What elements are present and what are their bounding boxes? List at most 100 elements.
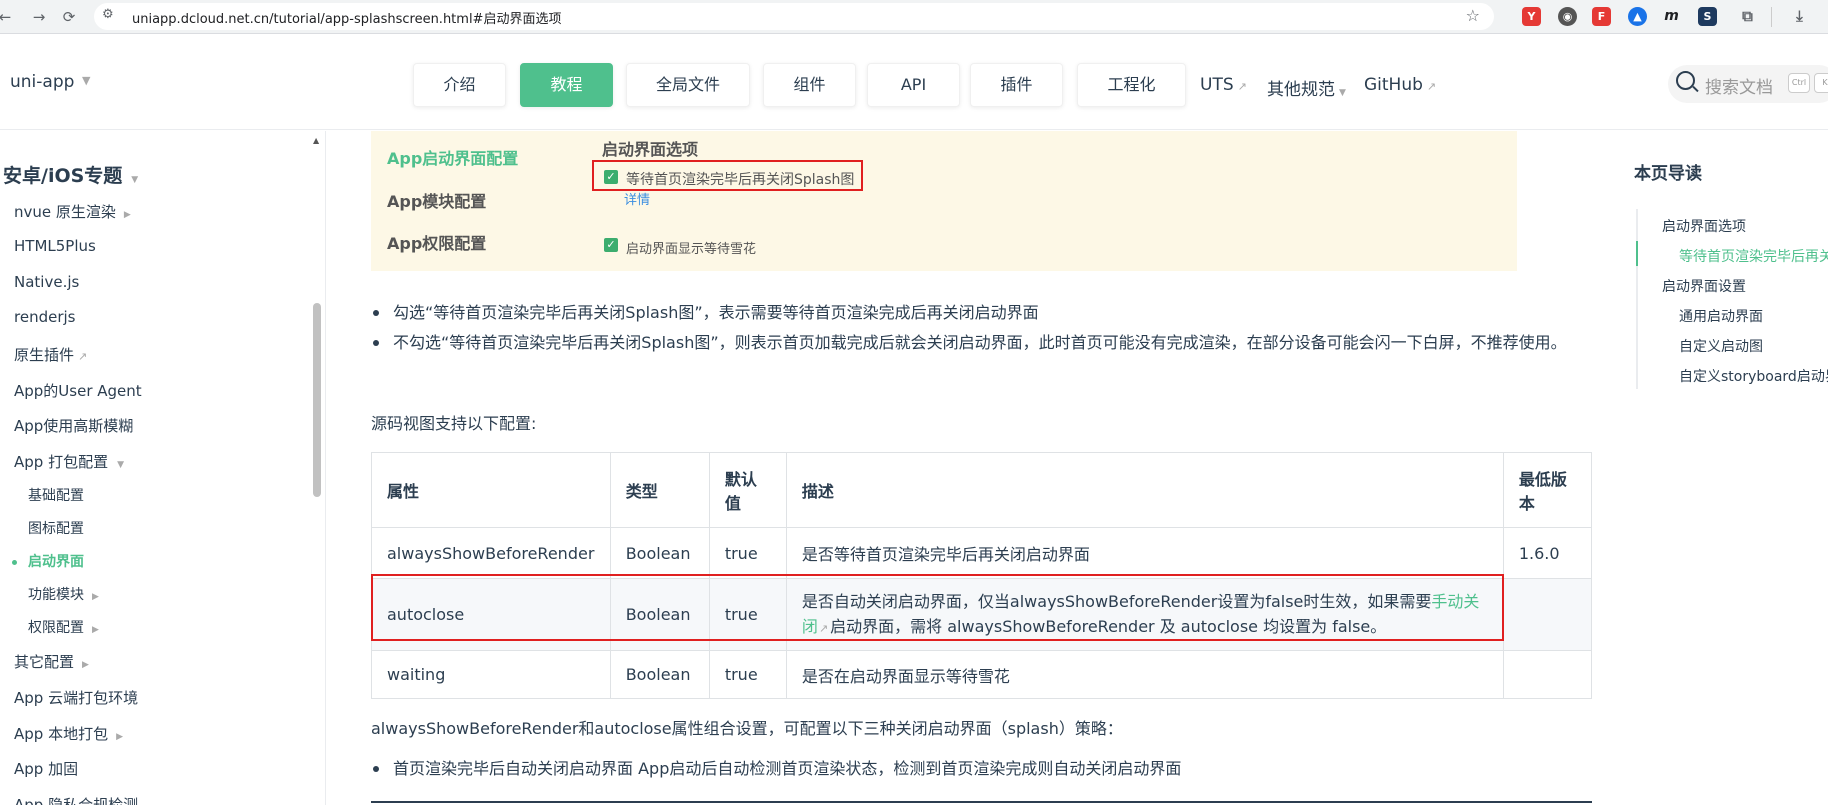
forward-icon[interactable]: →	[28, 6, 50, 28]
chevron-right-icon: ▶	[82, 660, 89, 670]
sidebar-section-title[interactable]: 安卓/iOS专题 ▼	[3, 161, 138, 188]
sidebar-item-privacy-check[interactable]: App 隐私合规检测	[14, 794, 138, 805]
tab-tutorial[interactable]: 教程	[520, 63, 613, 107]
extension-s-icon[interactable]: S	[1698, 7, 1717, 26]
col-header-version: 最低版本	[1502, 452, 1593, 528]
scroll-up-arrow-icon[interactable]: ▲	[313, 136, 319, 145]
toc-item[interactable]: 等待首页渲染完毕后再关闭Splash图	[1679, 246, 1828, 266]
cell-prop: waiting	[371, 650, 611, 699]
sidebar-item-nvue[interactable]: nvue 原生渲染 ▶	[14, 201, 131, 222]
screenshot-option-waiting: 启动界面显示等待雪花	[626, 242, 757, 257]
cell-default: true	[708, 650, 787, 699]
sidebar-item-user-agent[interactable]: App的User Agent	[14, 380, 142, 401]
nav-link-other-specs[interactable]: 其他规范 ▼	[1267, 75, 1346, 100]
url-text[interactable]: uniapp.dcloud.net.cn/tutorial/app-splash…	[132, 8, 561, 27]
chevron-right-icon: ▶	[116, 732, 123, 742]
reload-icon[interactable]: ⟳	[58, 6, 80, 28]
sidebar-item-label: 功能模块	[28, 587, 84, 603]
chevron-down-icon: ▼	[117, 460, 124, 470]
list-item: 首页渲染完毕后自动关闭启动界面 App启动后自动检测首页渲染状态，检测到首页渲染…	[371, 754, 1591, 784]
browser-toolbar: ← → ⟳ ⚙ uniapp.dcloud.net.cn/tutorial/ap…	[0, 0, 1828, 34]
search-placeholder: 搜索文档	[1705, 78, 1773, 98]
sidebar-item-other-config[interactable]: 其它配置 ▶	[14, 651, 89, 672]
nav-link-uts[interactable]: UTS ↗	[1200, 75, 1247, 95]
sidebar-item-label: 权限配置	[28, 620, 84, 636]
sidebar-scrollbar[interactable]	[313, 303, 321, 497]
nav-link-github[interactable]: GitHub ↗	[1364, 75, 1436, 95]
chevron-down-icon[interactable]: ▼	[82, 74, 90, 87]
sidebar-item-splash[interactable]: 启动界面	[28, 551, 84, 571]
table-intro: 源码视图支持以下配置:	[371, 414, 537, 433]
sidebar-item-native-plugins[interactable]: 原生插件 ↗	[14, 344, 87, 365]
sidebar-item-permissions[interactable]: 权限配置 ▶	[28, 617, 99, 637]
cell-desc: 是否等待首页渲染完毕后再关闭启动界面	[785, 527, 1504, 579]
extension-m-icon[interactable]: m	[1662, 7, 1681, 26]
extension-triangle-icon[interactable]: ▲	[1628, 7, 1647, 26]
external-link-icon: ↗	[1426, 80, 1437, 93]
extension-y-icon[interactable]: Y	[1522, 7, 1541, 26]
bookmark-star-icon[interactable]: ☆	[1466, 6, 1480, 25]
sidebar-item-blur[interactable]: App使用高斯模糊	[14, 415, 133, 436]
sidebar-item-nativejs[interactable]: Native.js	[14, 273, 79, 291]
nav-link-github-label: GitHub	[1364, 75, 1423, 95]
toc-rail	[1636, 209, 1638, 389]
config-screenshot: App启动界面配置 App模块配置 App权限配置 启动界面选项 ✓ 等待首页渲…	[371, 131, 1517, 271]
toc-item[interactable]: 自定义storyboard启动界面	[1679, 366, 1828, 386]
chevron-right-icon: ▶	[92, 592, 99, 602]
toc-item[interactable]: 启动界面选项	[1662, 216, 1746, 236]
highlight-box	[592, 160, 863, 191]
sidebar-item-renderjs[interactable]: renderjs	[14, 308, 75, 326]
address-bar[interactable]: ⚙ uniapp.dcloud.net.cn/tutorial/app-spla…	[94, 3, 1494, 30]
tab-intro[interactable]: 介绍	[413, 63, 506, 107]
sidebar-section-title-label: 安卓/iOS专题	[3, 165, 123, 187]
page-toc: 本页导读 启动界面选项 等待首页渲染完毕后再关闭Splash图 启动界面设置 通…	[1598, 131, 1828, 805]
site-logo[interactable]: uni-app	[10, 72, 74, 92]
toc-item[interactable]: 自定义启动图	[1679, 336, 1763, 356]
screenshot-menu-modules: App模块配置	[387, 192, 487, 211]
sidebar: ▲ 安卓/iOS专题 ▼ nvue 原生渲染 ▶ HTML5Plus Native.…	[0, 131, 326, 805]
explanation-list: 勾选“等待首页渲染完毕后再关闭Splash图”，表示需要等待首页渲染完成后再关闭…	[371, 298, 1591, 358]
extensions-puzzle-icon[interactable]: ⧉	[1738, 7, 1757, 26]
sidebar-item-basic-config[interactable]: 基础配置	[28, 485, 84, 505]
sidebar-item-modules[interactable]: 功能模块 ▶	[28, 584, 99, 604]
table-header-row: 属性 类型 默认值 描述 最低版本	[371, 452, 1593, 528]
cell-version: 1.6.0	[1502, 527, 1593, 579]
divider	[371, 801, 1592, 803]
extension-fe-icon[interactable]: F	[1592, 7, 1611, 26]
combo-intro: alwaysShowBeforeRender和autoclose属性组合设置，可…	[371, 719, 1123, 738]
col-header-prop: 属性	[371, 452, 611, 528]
tab-api[interactable]: API	[867, 63, 960, 107]
sidebar-item-hardening[interactable]: App 加固	[14, 758, 78, 779]
tab-global-files[interactable]: 全局文件	[626, 63, 750, 107]
cell-desc: 是否在启动界面显示等待雪花	[785, 650, 1504, 699]
strategy-list: 首页渲染完毕后自动关闭启动界面 App启动后自动检测首页渲染状态，检测到首页渲染…	[371, 754, 1591, 784]
back-icon[interactable]: ←	[0, 6, 16, 28]
sidebar-item-label: 其它配置	[14, 653, 75, 671]
toc-item[interactable]: 通用启动界面	[1679, 306, 1763, 326]
col-header-desc: 描述	[785, 452, 1504, 528]
sidebar-item-label: App 打包配置	[14, 453, 109, 471]
tab-engineering[interactable]: 工程化	[1077, 63, 1186, 107]
nav-link-uts-label: UTS	[1200, 75, 1234, 95]
list-item: 勾选“等待首页渲染完毕后再关闭Splash图”，表示需要等待首页渲染完成后再关闭…	[371, 298, 1591, 328]
col-header-default: 默认值	[708, 452, 787, 528]
main-content: App启动界面配置 App模块配置 App权限配置 启动界面选项 ✓ 等待首页渲…	[327, 131, 1597, 805]
sidebar-item-icon-config[interactable]: 图标配置	[28, 518, 84, 538]
sidebar-item-html5plus[interactable]: HTML5Plus	[14, 237, 96, 255]
site-info-icon[interactable]: ⚙	[102, 7, 114, 22]
toc-item[interactable]: 启动界面设置	[1662, 276, 1746, 296]
tab-plugins[interactable]: 插件	[970, 63, 1063, 107]
screenshot-detail-link: 详情	[624, 193, 651, 208]
tab-components[interactable]: 组件	[763, 63, 856, 107]
sidebar-item-cloud-packaging[interactable]: App 云端打包环境	[14, 687, 138, 708]
toc-title: 本页导读	[1634, 164, 1702, 184]
chevron-right-icon: ▶	[123, 210, 131, 220]
extension-circle-icon[interactable]: ◉	[1558, 7, 1577, 26]
search-box[interactable]: 搜索文档 Ctrl K	[1668, 65, 1828, 103]
search-icon	[1676, 71, 1695, 90]
chevron-down-icon: ▼	[1339, 88, 1346, 98]
sidebar-item-local-packaging[interactable]: App 本地打包 ▶	[14, 723, 123, 744]
download-icon[interactable]: ⤓	[1790, 7, 1809, 26]
sidebar-item-app-packaging[interactable]: App 打包配置 ▼	[14, 451, 124, 472]
cell-version	[1502, 578, 1593, 651]
